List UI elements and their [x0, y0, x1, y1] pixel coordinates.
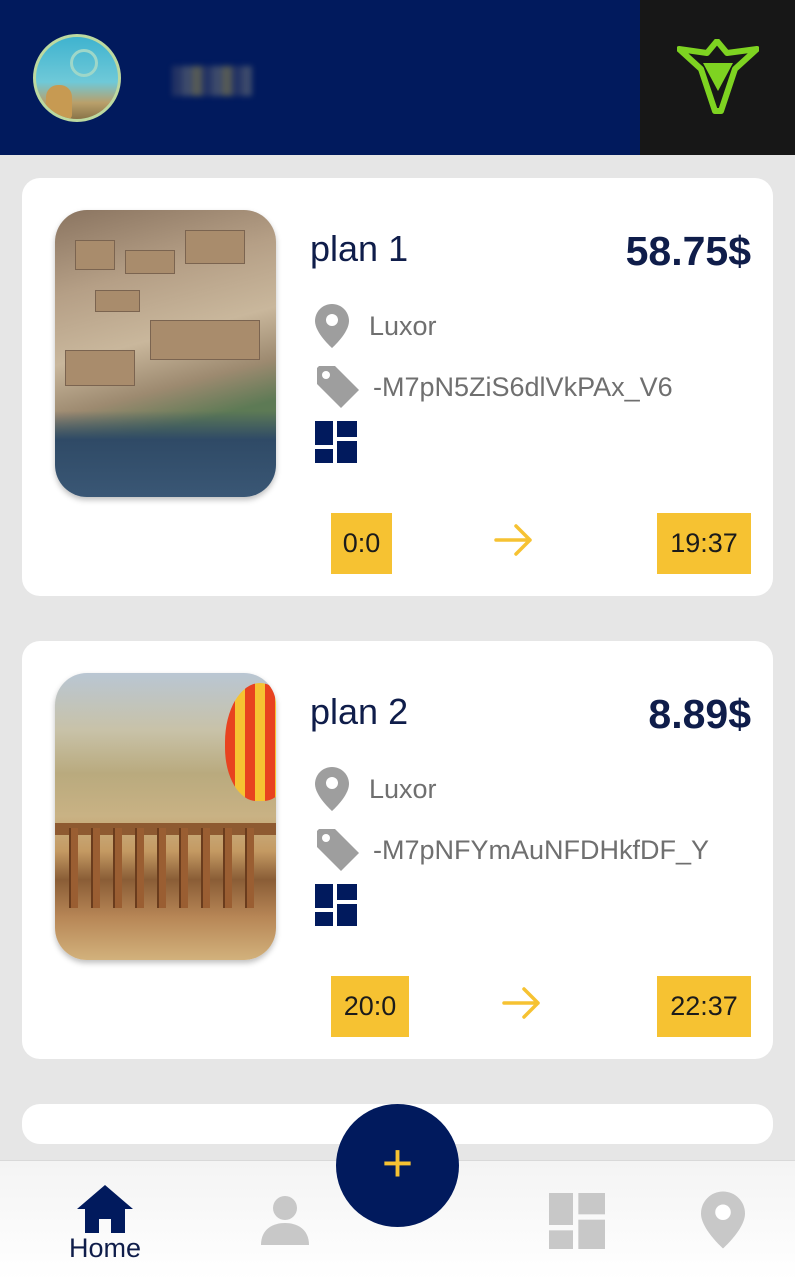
person-icon — [261, 1196, 309, 1245]
plan-image-luxor-city — [55, 210, 276, 497]
location-text: Luxor — [369, 310, 437, 341]
dashboard-icon — [315, 421, 357, 463]
tag-text: -M7pNFYmAuNFDHkfDF_Y — [373, 834, 710, 865]
user-avatar[interactable] — [33, 34, 121, 122]
app-header — [0, 0, 795, 155]
dashboard-icon — [549, 1193, 605, 1249]
nav-profile[interactable] — [255, 1161, 315, 1280]
add-plan-button[interactable]: + — [336, 1104, 459, 1227]
arrow-right-icon — [494, 524, 532, 556]
plus-icon: + — [381, 1132, 414, 1193]
plan-title: plan 2 — [310, 691, 409, 732]
location-text: Luxor — [369, 773, 437, 804]
plan-price: 8.89$ — [648, 691, 751, 737]
location-row: Luxor — [315, 767, 437, 811]
start-time-badge: 0:0 — [331, 513, 392, 574]
dashboard-icon — [315, 884, 357, 926]
plan-price: 58.75$ — [625, 228, 751, 274]
tag-icon — [317, 829, 359, 871]
plan-card[interactable]: plan 1 58.75$ Luxor -M7pN5ZiS6dlVkPAx_V6… — [22, 178, 773, 596]
location-pin-icon — [315, 767, 349, 811]
tag-row: -M7pN5ZiS6dlVkPAx_V6 — [315, 364, 673, 410]
location-pin-icon — [315, 304, 349, 348]
balloon-decoration — [225, 683, 276, 801]
plan-title: plan 1 — [310, 228, 409, 269]
nav-location[interactable] — [697, 1161, 749, 1280]
nav-home[interactable]: Home — [55, 1161, 155, 1280]
username-blurred — [172, 66, 252, 96]
nav-home-label: Home — [68, 1233, 142, 1263]
avatar-ring-decoration — [70, 49, 98, 77]
plan-card[interactable]: plan 2 8.89$ Luxor -M7pNFYmAuNFDHkfDF_Y … — [22, 641, 773, 1059]
arrow-right-icon — [502, 987, 540, 1019]
app-logo-icon — [676, 38, 759, 114]
tag-row: -M7pNFYmAuNFDHkfDF_Y — [315, 827, 709, 873]
start-time-badge: 20:0 — [331, 976, 409, 1037]
home-icon — [77, 1185, 133, 1233]
end-time-badge: 19:37 — [657, 513, 751, 574]
app-logo-box[interactable] — [640, 0, 795, 155]
location-pin-icon — [701, 1191, 745, 1249]
plan-image-temple-balloon — [55, 673, 276, 960]
avatar-figure — [46, 85, 72, 119]
tag-icon — [317, 366, 359, 408]
nav-dashboard[interactable] — [546, 1161, 608, 1280]
end-time-badge: 22:37 — [657, 976, 751, 1037]
location-row: Luxor — [315, 304, 437, 348]
tag-text: -M7pN5ZiS6dlVkPAx_V6 — [373, 371, 673, 402]
